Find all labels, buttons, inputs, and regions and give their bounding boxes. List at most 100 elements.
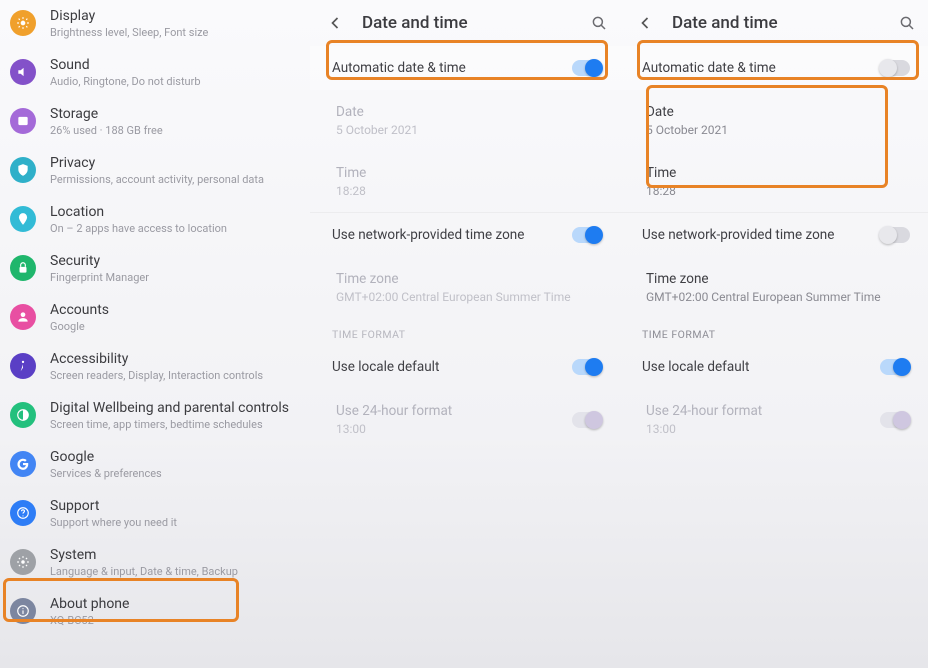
row-24h: Use 24-hour format 13:00	[620, 389, 928, 450]
use-locale-switch[interactable]	[572, 359, 602, 375]
datetime-panel-auto-off: Date and time Automatic date & time Date…	[620, 0, 928, 668]
settings-row-display[interactable]: Display Brightness level, Sleep, Font siz…	[0, 0, 310, 49]
date-label: Date	[336, 104, 602, 120]
settings-row-meta: AccountsGoogle	[50, 302, 300, 333]
tz-value: GMT+02:00 Central European Summer Time	[336, 290, 602, 304]
back-icon[interactable]	[324, 12, 346, 34]
time-label: Time	[646, 165, 910, 181]
settings-row-meta: About phone XQ-BC52	[50, 596, 300, 627]
settings-row-subtitle: Language & input, Date & time, Backup	[50, 565, 300, 578]
settings-row-meta: Security Fingerprint Manager	[50, 253, 300, 284]
h24-switch	[880, 412, 910, 428]
section-time-format: TIME FORMAT	[310, 318, 620, 345]
settings-row-meta: Sound Audio, Ringtone, Do not disturb	[50, 57, 300, 88]
h24-value: 13:00	[646, 422, 880, 436]
settings-row-title: Location	[50, 204, 300, 220]
system-icon	[10, 549, 36, 575]
settings-row-location[interactable]: Location On – 2 apps have access to locat…	[0, 196, 310, 245]
settings-row-title: Google	[50, 449, 300, 465]
storage-icon	[10, 108, 36, 134]
datetime-header: Date and time	[310, 0, 620, 46]
settings-row-subtitle: Brightness level, Sleep, Font size	[50, 26, 300, 39]
row-use-locale[interactable]: Use locale default	[620, 345, 928, 389]
sound-icon	[10, 59, 36, 85]
settings-row-meta: Display Brightness level, Sleep, Font siz…	[50, 8, 300, 39]
row-auto-datetime[interactable]: Automatic date & time	[310, 46, 620, 90]
location-icon	[10, 206, 36, 232]
accessibility-icon	[10, 353, 36, 379]
row-tz: Time zone GMT+02:00 Central European Sum…	[310, 257, 620, 318]
settings-row-subtitle: Support where you need it	[50, 516, 300, 529]
settings-row-subtitle: 26% used · 188 GB free	[50, 124, 300, 137]
network-tz-switch[interactable]	[880, 227, 910, 243]
settings-row-subtitle: Screen readers, Display, Interaction con…	[50, 369, 300, 382]
settings-row-accessibility[interactable]: Accessibility Screen readers, Display, In…	[0, 343, 310, 392]
date-value: 5 October 2021	[336, 123, 602, 137]
network-tz-switch[interactable]	[572, 227, 602, 243]
settings-row-meta: SystemLanguage & input, Date & time, Bac…	[50, 547, 300, 578]
row-network-tz[interactable]: Use network-provided time zone	[310, 213, 620, 257]
settings-row-system[interactable]: SystemLanguage & input, Date & time, Bac…	[0, 539, 310, 588]
settings-row-subtitle: On – 2 apps have access to location	[50, 222, 300, 235]
page-title: Date and time	[672, 13, 778, 33]
settings-row-subtitle: XQ-BC52	[50, 614, 300, 627]
settings-row-about[interactable]: About phone XQ-BC52	[0, 588, 310, 637]
settings-row-meta: Accessibility Screen readers, Display, In…	[50, 351, 300, 382]
settings-list: Display Brightness level, Sleep, Font siz…	[0, 0, 310, 637]
settings-row-subtitle: Audio, Ringtone, Do not disturb	[50, 75, 300, 88]
settings-row-meta: PrivacyPermissions, account activity, pe…	[50, 155, 300, 186]
settings-row-google[interactable]: Google Services & preferences	[0, 441, 310, 490]
settings-row-accounts[interactable]: AccountsGoogle	[0, 294, 310, 343]
row-24h: Use 24-hour format 13:00	[310, 389, 620, 450]
settings-row-subtitle: Services & preferences	[50, 467, 300, 480]
row-use-locale[interactable]: Use locale default	[310, 345, 620, 389]
settings-row-privacy[interactable]: PrivacyPermissions, account activity, pe…	[0, 147, 310, 196]
datetime-header: Date and time	[620, 0, 928, 46]
h24-value: 13:00	[336, 422, 572, 436]
settings-row-subtitle: Fingerprint Manager	[50, 271, 300, 284]
row-network-tz[interactable]: Use network-provided time zone	[620, 213, 928, 257]
tz-value: GMT+02:00 Central European Summer Time	[646, 290, 910, 304]
accounts-icon	[10, 304, 36, 330]
wellbeing-icon	[10, 402, 36, 428]
support-icon	[10, 500, 36, 526]
use-locale-switch[interactable]	[880, 359, 910, 375]
settings-row-wellbeing[interactable]: Digital Wellbeing and parental controlsS…	[0, 392, 310, 441]
row-time: Time 18:28	[310, 151, 620, 212]
datetime-panel-auto-on: Date and time Automatic date & time Date…	[310, 0, 620, 668]
settings-row-title: Sound	[50, 57, 300, 73]
time-value: 18:28	[336, 184, 602, 198]
tz-label: Time zone	[336, 271, 602, 287]
row-time[interactable]: Time 18:28	[620, 151, 928, 212]
settings-root-panel: Display Brightness level, Sleep, Font siz…	[0, 0, 310, 668]
settings-row-support[interactable]: SupportSupport where you need it	[0, 490, 310, 539]
h24-label: Use 24-hour format	[336, 403, 572, 419]
settings-row-title: Display	[50, 8, 300, 24]
auto-datetime-switch[interactable]	[880, 60, 910, 76]
settings-row-sound[interactable]: Sound Audio, Ringtone, Do not disturb	[0, 49, 310, 98]
search-icon[interactable]	[588, 12, 610, 34]
settings-row-security[interactable]: Security Fingerprint Manager	[0, 245, 310, 294]
back-icon[interactable]	[634, 12, 656, 34]
privacy-icon	[10, 157, 36, 183]
settings-row-title: Privacy	[50, 155, 300, 171]
time-label: Time	[336, 165, 602, 181]
h24-switch	[572, 412, 602, 428]
row-auto-datetime[interactable]: Automatic date & time	[620, 46, 928, 90]
settings-row-meta: Digital Wellbeing and parental controlsS…	[50, 400, 300, 431]
settings-row-title: Accessibility	[50, 351, 300, 367]
date-value: 5 October 2021	[646, 123, 910, 137]
time-value: 18:28	[646, 184, 910, 198]
settings-row-title: About phone	[50, 596, 300, 612]
settings-row-storage[interactable]: Storage26% used · 188 GB free	[0, 98, 310, 147]
settings-row-meta: Storage26% used · 188 GB free	[50, 106, 300, 137]
page-title: Date and time	[362, 13, 468, 33]
auto-datetime-switch[interactable]	[572, 60, 602, 76]
settings-row-meta: Google Services & preferences	[50, 449, 300, 480]
settings-row-meta: Location On – 2 apps have access to locat…	[50, 204, 300, 235]
security-icon	[10, 255, 36, 281]
settings-row-title: Security	[50, 253, 300, 269]
row-tz[interactable]: Time zone GMT+02:00 Central European Sum…	[620, 257, 928, 318]
search-icon[interactable]	[896, 12, 918, 34]
row-date[interactable]: Date 5 October 2021	[620, 90, 928, 151]
